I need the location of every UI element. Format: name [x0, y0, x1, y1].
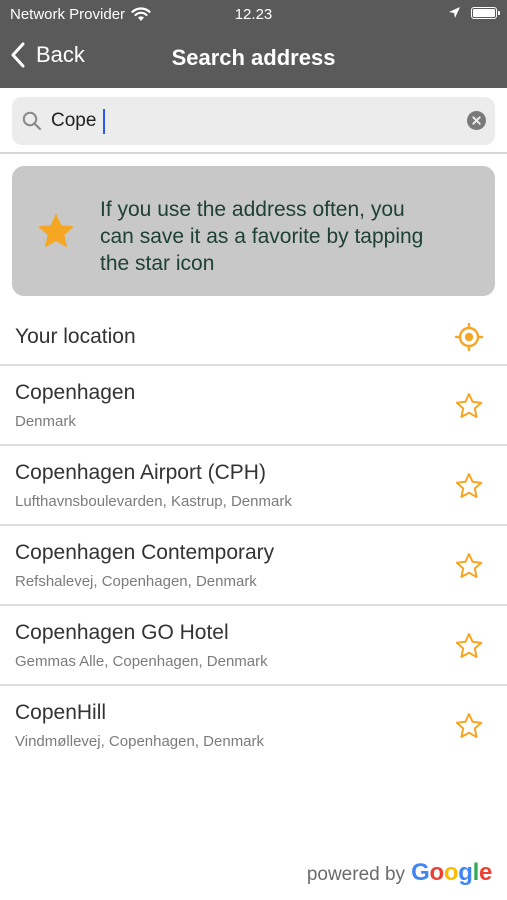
top-bar: Network Provider 12.23 Back Search addre…	[0, 0, 507, 88]
star-filled-icon	[38, 213, 74, 248]
tip-text: If you use the address often, you can sa…	[100, 198, 424, 275]
result-detail: Vindmøllevej, Copenhagen, Denmark	[15, 733, 265, 750]
powered-by-text: powered by	[306, 864, 406, 885]
result-row[interactable]: Copenhagen Contemporary Refshalevej, Cop…	[0, 526, 507, 606]
result-detail: Refshalevej, Copenhagen, Denmark	[15, 573, 257, 590]
status-right	[448, 6, 500, 19]
search-field[interactable]	[12, 97, 495, 145]
results-list: Your location Copenhagen Denmark Copenha…	[0, 306, 507, 766]
result-row[interactable]: Copenhagen Denmark	[0, 366, 507, 446]
clear-search-button[interactable]	[467, 111, 486, 130]
navigation-bar: Back Search address	[0, 30, 507, 88]
result-name: CopenHill	[15, 701, 107, 724]
battery-icon	[471, 6, 500, 19]
carrier-info: Network Provider	[10, 6, 151, 23]
current-location-label: Your location	[15, 325, 136, 348]
chevron-left-icon	[11, 42, 25, 68]
result-detail: Gemmas Alle, Copenhagen, Denmark	[15, 653, 268, 670]
logo-letter: o	[443, 859, 459, 886]
result-row[interactable]: CopenHill Vindmøllevej, Copenhagen, Denm…	[0, 686, 507, 766]
result-name: Copenhagen	[15, 381, 136, 404]
logo-letter: g	[458, 859, 473, 886]
carrier-name: Network Provider	[10, 6, 126, 23]
favorite-tip-banner: If you use the address often, you can sa…	[12, 166, 495, 296]
result-name: Copenhagen Contemporary	[15, 541, 275, 564]
result-name: Copenhagen GO Hotel	[15, 621, 229, 644]
location-arrow-icon	[449, 7, 460, 18]
star-outline-icon[interactable]	[455, 392, 483, 420]
result-detail: Denmark	[15, 413, 76, 430]
star-outline-icon[interactable]	[455, 712, 483, 740]
powered-by-attribution: powered by Google	[307, 859, 492, 887]
logo-letter: e	[478, 859, 492, 886]
search-icon	[22, 111, 42, 131]
star-outline-icon[interactable]	[455, 472, 483, 500]
result-detail: Lufthavnsboulevarden, Kastrup, Denmark	[15, 493, 292, 510]
google-logo: Google	[411, 859, 492, 887]
result-name: Copenhagen Airport (CPH)	[15, 461, 266, 484]
current-location-row[interactable]: Your location	[0, 306, 507, 366]
search-input[interactable]	[49, 100, 453, 142]
back-label: Back	[36, 42, 85, 67]
search-section	[0, 88, 507, 154]
logo-letter: G	[411, 859, 430, 886]
clear-icon	[472, 116, 481, 125]
text-cursor	[103, 109, 105, 134]
wifi-icon	[131, 7, 151, 21]
logo-letter: o	[429, 859, 444, 886]
status-bar: Network Provider 12.23	[0, 0, 507, 30]
star-outline-icon[interactable]	[455, 632, 483, 660]
result-row[interactable]: Copenhagen GO Hotel Gemmas Alle, Copenha…	[0, 606, 507, 686]
back-button[interactable]: Back	[10, 42, 85, 68]
star-outline-icon[interactable]	[455, 552, 483, 580]
result-row[interactable]: Copenhagen Airport (CPH) Lufthavnsboulev…	[0, 446, 507, 526]
crosshair-icon[interactable]	[455, 323, 483, 351]
